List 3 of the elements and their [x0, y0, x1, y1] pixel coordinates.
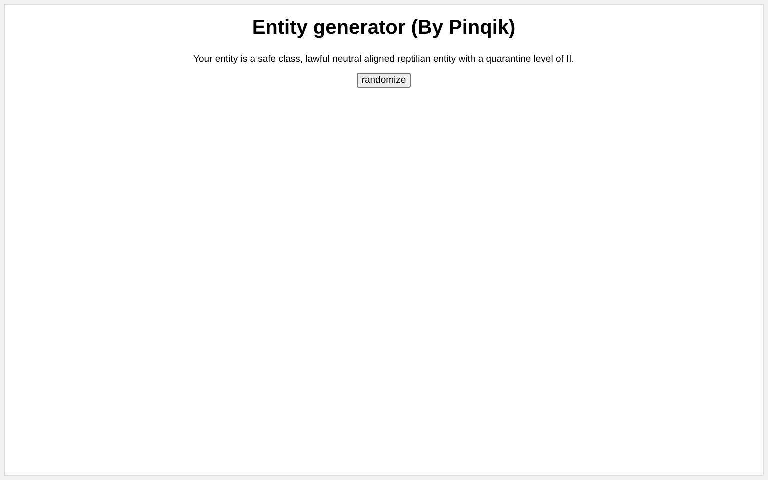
entity-description: Your entity is a safe class, lawful neutral aligned reptilian entity with a quarantine level of II.	[194, 54, 574, 65]
page-title: Entity generator (By Pinqik)	[252, 17, 516, 40]
randomize-button[interactable]: randomize	[356, 73, 412, 88]
